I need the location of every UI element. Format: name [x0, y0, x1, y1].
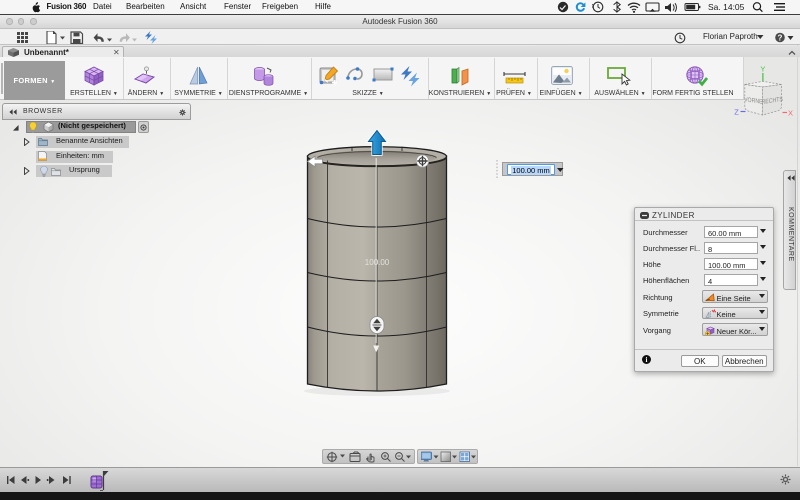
svg-text:X: X — [788, 109, 793, 118]
svg-text:Sa. 14:05: Sa. 14:05 — [708, 2, 745, 12]
svg-text:Y: Y — [760, 65, 765, 74]
svg-text:Z: Z — [734, 108, 739, 117]
svg-text:100.00: 100.00 — [365, 258, 390, 267]
svg-text:?: ? — [778, 33, 783, 42]
